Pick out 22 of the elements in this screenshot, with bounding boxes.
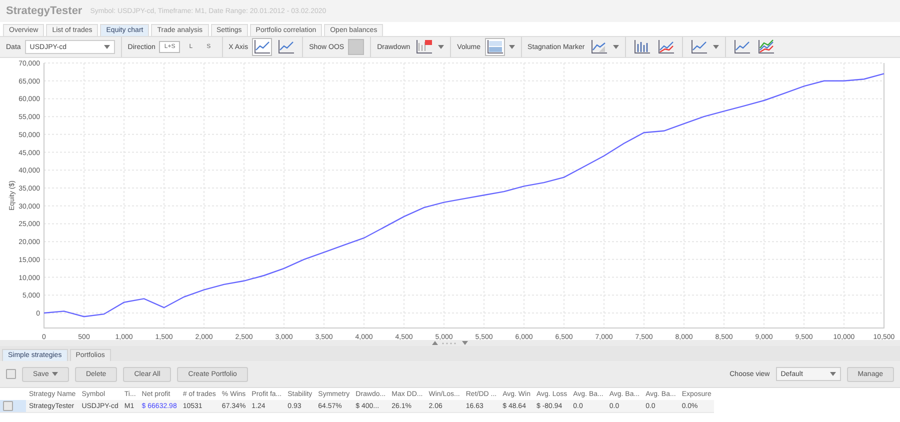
- bar-chart-icon[interactable]: [632, 38, 652, 56]
- line-chart-icon[interactable]: [588, 38, 609, 56]
- caret-icon[interactable]: [508, 45, 515, 49]
- caret-icon[interactable]: [104, 45, 110, 49]
- splitter-handle-icon[interactable]: [432, 340, 468, 346]
- line-chart-icon[interactable]: [756, 38, 776, 56]
- app-title: StrategyTester: [6, 5, 82, 17]
- caret-icon[interactable]: [438, 45, 444, 49]
- line-chart-icon[interactable]: [276, 38, 296, 56]
- row-checkbox[interactable]: [3, 401, 13, 411]
- volume-icon[interactable]: [484, 38, 505, 56]
- drawdown-icon[interactable]: [414, 38, 434, 56]
- line-chart-icon[interactable]: [252, 38, 272, 56]
- show-oos-toggle[interactable]: [348, 39, 364, 55]
- line-chart-icon[interactable]: [732, 38, 752, 56]
- line-chart-icon[interactable]: [688, 38, 709, 56]
- caret-icon[interactable]: [612, 45, 619, 49]
- caret-icon[interactable]: [52, 372, 58, 376]
- line-chart-icon[interactable]: [656, 38, 676, 56]
- caret-icon[interactable]: [830, 372, 836, 376]
- select-all-checkbox[interactable]: [6, 369, 16, 379]
- caret-icon[interactable]: [712, 45, 719, 49]
